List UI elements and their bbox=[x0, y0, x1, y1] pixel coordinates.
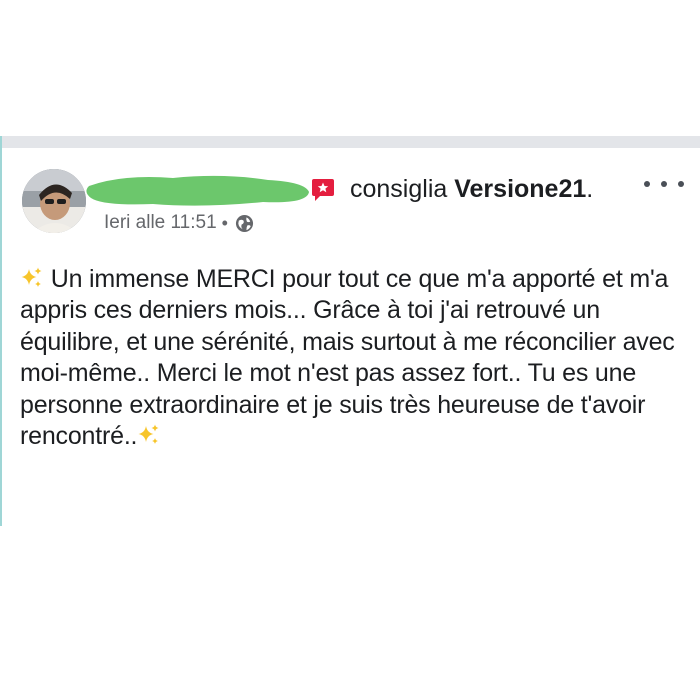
card-left-border bbox=[0, 136, 2, 526]
recommend-verb: consiglia bbox=[350, 175, 448, 203]
post-text: Un immense MERCI pour tout ce que m'a ap… bbox=[20, 265, 675, 451]
avatar-photo-icon bbox=[22, 169, 86, 233]
sparkles-icon bbox=[138, 424, 159, 445]
meta-separator: • bbox=[221, 212, 228, 233]
feed-divider bbox=[0, 136, 700, 148]
globe-icon[interactable] bbox=[235, 214, 254, 233]
page-name-link[interactable]: Versione21 bbox=[454, 175, 586, 203]
sparkles-icon bbox=[21, 267, 42, 287]
post-timestamp[interactable]: Ieri alle 11:51 bbox=[104, 212, 217, 234]
recommendation-header: consiglia Versione21. bbox=[350, 174, 593, 204]
page-name-suffix: . bbox=[586, 175, 594, 203]
more-dot bbox=[644, 181, 650, 187]
recommend-star-icon bbox=[312, 179, 334, 201]
post-body: Un immense MERCI pour tout ce que m'a ap… bbox=[20, 264, 690, 452]
more-dot bbox=[661, 181, 667, 187]
facebook-post-card: consiglia Versione21. Ieri alle 11:51 • bbox=[0, 136, 700, 526]
more-dot bbox=[678, 181, 684, 187]
avatar[interactable] bbox=[22, 169, 86, 233]
page: consiglia Versione21. Ieri alle 11:51 • bbox=[0, 0, 700, 700]
post-meta: Ieri alle 11:51 • bbox=[104, 210, 254, 236]
redacted-user-name bbox=[86, 175, 309, 206]
more-options-button[interactable] bbox=[644, 172, 684, 196]
